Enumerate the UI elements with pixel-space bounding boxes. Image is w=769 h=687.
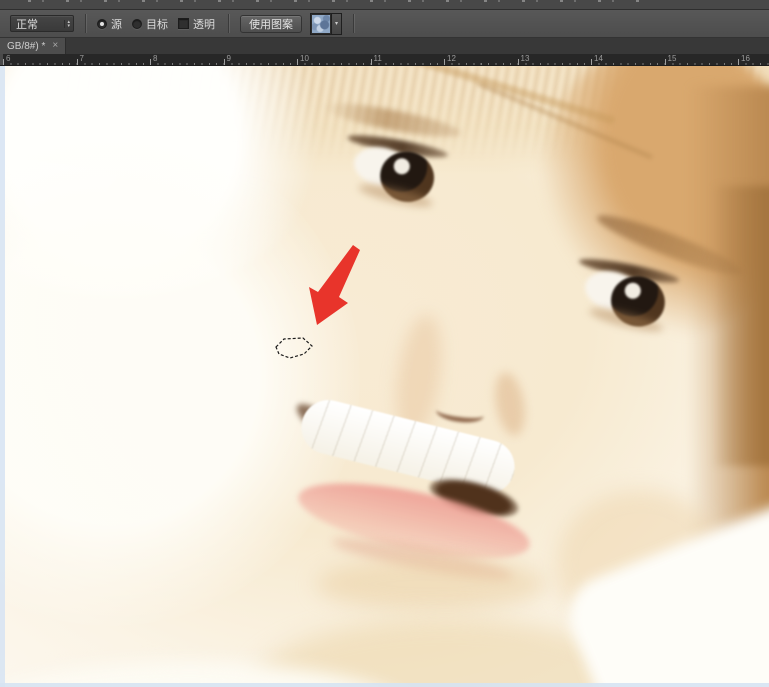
photo-highlight-left [0,126,360,626]
photo-left-eye-iris [375,146,440,208]
document-tab-bar: GB/8#) * × [0,38,769,54]
photo-left-eye-sclera [350,141,414,192]
ruler[interactable]: 6 7 8 9 10 11 12 13 14 15 16 [0,54,769,66]
photo-right-eye-iris [605,270,671,333]
photo-right-eye-shadow [587,304,665,336]
ruler-tick: 9 [223,54,297,65]
tool-options-bar: 正常 ▴ ▾ 源 目标 透明 使用图案 ▾ [0,10,769,38]
photo-left-eye [329,126,461,227]
photo-hair-right-dark [712,186,769,466]
ruler-tick: 6 [3,54,77,65]
transparent-checkbox-box[interactable] [178,18,189,29]
close-icon[interactable]: × [52,41,58,51]
photo-lip-shadow [329,530,516,588]
ruler-tick: 7 [76,54,150,65]
ruler-tick: 14 [591,54,665,65]
photo-hair-strand [384,66,616,125]
ruler-tick: 13 [517,54,591,65]
photo-mouth-left-corner [291,397,351,449]
photo-nose-side-shadow [490,370,530,438]
annotation-overlay [275,245,360,359]
source-radio-circle[interactable] [97,18,107,29]
photo-mouth-right-corner [425,470,523,526]
chevron-down-icon: ▾ [334,21,338,27]
use-pattern-button[interactable]: 使用图案 [240,14,302,33]
photo-left-eyebrow [321,96,463,144]
photo-right-eye-sclera [580,265,645,317]
ruler-tick: 10 [297,54,371,65]
ruler-tick: 8 [150,54,224,65]
photo-left-eye-shadow [356,180,435,212]
photo-nose-bridge [389,311,449,442]
target-radio-label: 目标 [146,18,168,31]
ruler-tick: 12 [444,54,518,65]
photo-left-eye-lash [346,131,450,162]
photo-teeth [295,394,521,500]
ruler-tick: 16 [738,54,769,65]
canvas-left-edge [0,66,5,687]
target-radio[interactable]: 目标 [132,16,168,32]
photo-jaw-shadow [556,490,726,640]
photo-right-eyebrow [593,206,746,284]
toolbar-separator [85,14,86,33]
ruler-tick: 11 [370,54,444,65]
pattern-swatch[interactable] [310,12,332,35]
red-arrow-annotation [309,245,360,325]
photo-hair-top-right [540,66,769,336]
photo-hair-strand [476,81,654,160]
photo-right-eye-lash [577,254,681,287]
target-radio-dot [135,22,139,26]
source-radio-label: 源 [111,18,122,31]
canvas-bottom-edge [0,683,769,687]
photo-nostril-shadow [435,401,485,425]
photo-right-eye [558,249,698,359]
photo-chin-shadow [316,558,546,610]
pattern-dropdown-arrow[interactable]: ▾ [332,12,342,35]
window-top-strip [0,0,769,10]
selection-marquee [275,337,313,359]
photo-neck-shadow [252,618,642,687]
photo-bottom-highlight [0,662,420,687]
toolbar-separator [353,14,354,33]
photo-lower-lip [292,468,536,574]
document-canvas[interactable] [0,66,769,687]
photo-white-clothing [557,489,769,687]
photo-hair-right [688,86,769,556]
photo-hair-streaks [60,66,760,161]
toolbar-separator [228,14,229,33]
transparent-checkbox-label: 透明 [193,18,215,31]
ruler-tick: 15 [664,54,738,65]
pattern-thumbnail-icon [312,14,330,33]
use-pattern-label: 使用图案 [249,18,293,31]
blend-mode-value: 正常 [16,18,38,31]
source-radio[interactable]: 源 [97,16,122,32]
photo-highlight-topleft [0,66,330,296]
transparent-checkbox[interactable]: 透明 [178,16,215,32]
pattern-picker: ▾ [310,12,342,35]
target-radio-circle[interactable] [132,18,142,29]
document-tab[interactable]: GB/8#) * × [0,38,67,54]
document-tab-label: GB/8#) * [7,40,46,52]
source-radio-dot [100,21,104,26]
photo-hair-bangs [0,66,769,176]
dropdown-updown-icon: ▴ ▾ [64,19,70,28]
blend-mode-dropdown[interactable]: 正常 ▴ ▾ [10,15,74,32]
